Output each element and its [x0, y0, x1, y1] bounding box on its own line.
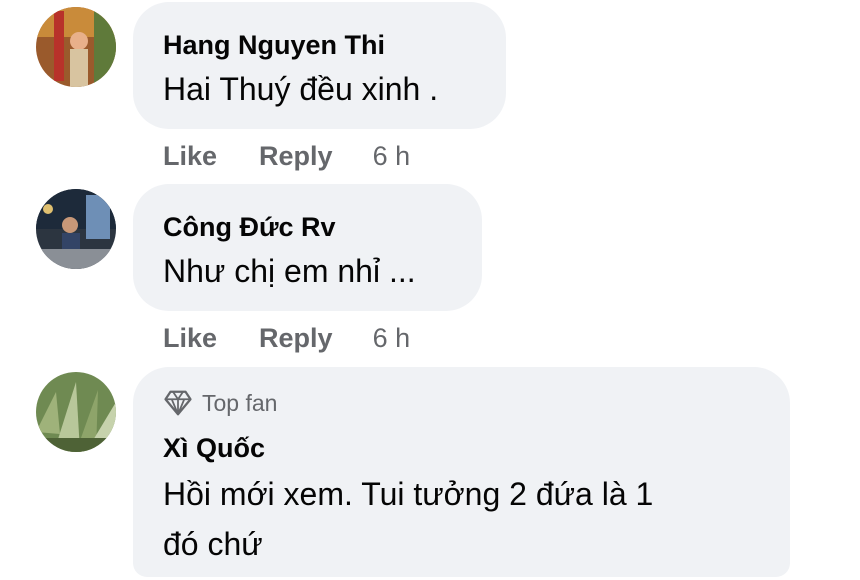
- avatar-photo: [36, 372, 116, 452]
- comment-text-line: đó chứ: [163, 526, 263, 562]
- avatar[interactable]: [36, 372, 116, 452]
- comment-actions: Like Reply 6 h: [163, 141, 410, 172]
- top-fan-badge: Top fan: [163, 388, 277, 418]
- reply-button[interactable]: Reply: [259, 141, 333, 171]
- comment-author[interactable]: Hang Nguyen Thi: [163, 30, 385, 61]
- reply-button[interactable]: Reply: [259, 323, 333, 353]
- diamond-icon: [164, 390, 192, 416]
- comment-author[interactable]: Xì Quốc: [163, 433, 265, 464]
- like-button[interactable]: Like: [163, 141, 217, 171]
- comment-thread: Hang Nguyen Thi Hai Thuý đều xinh . Like…: [0, 0, 860, 580]
- avatar[interactable]: [36, 7, 116, 87]
- avatar-photo: [36, 7, 116, 87]
- comment-text: Hai Thuý đều xinh .: [163, 71, 439, 107]
- comment-timestamp[interactable]: 6 h: [373, 141, 411, 171]
- comment-actions: Like Reply 6 h: [163, 323, 410, 354]
- avatar-photo: [36, 189, 116, 269]
- avatar[interactable]: [36, 189, 116, 269]
- comment-author[interactable]: Công Đức Rv: [163, 212, 336, 243]
- comment-text: Như chị em nhỉ ...: [163, 253, 416, 289]
- comment-timestamp[interactable]: 6 h: [373, 323, 411, 353]
- like-button[interactable]: Like: [163, 323, 217, 353]
- badge-label: Top fan: [202, 389, 278, 416]
